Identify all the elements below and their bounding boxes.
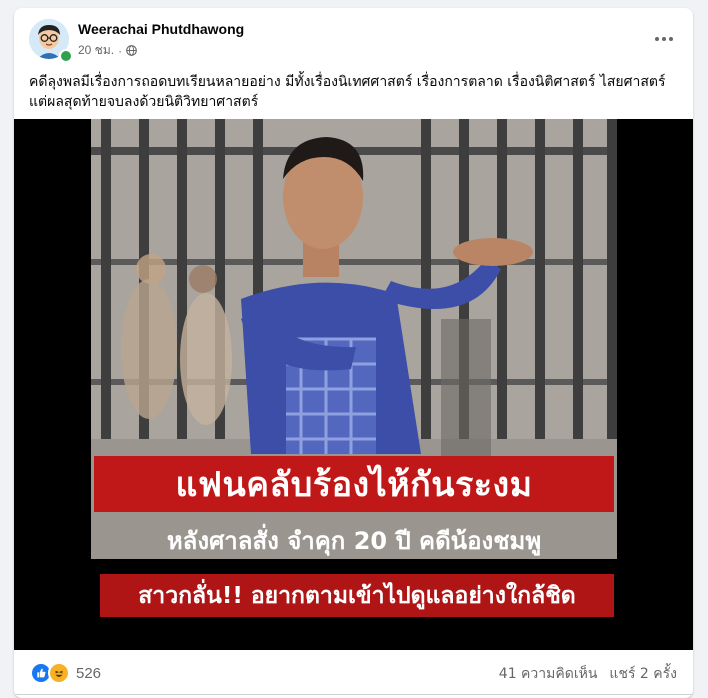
post-time[interactable]: 20 ชม.: [78, 41, 114, 60]
reaction-summary[interactable]: 526: [30, 662, 101, 684]
post-footer: 526 41 ความคิดเห็น แชร์ 2 ครั้ง: [14, 650, 693, 695]
globe-icon[interactable]: [126, 45, 137, 56]
post-message: คดีลุงพลมีเรื่องการถอดบทเรียนหลายอย่าง ม…: [29, 74, 666, 110]
post-header: Weerachai Phutdhawong 20 ชม. ·: [14, 8, 693, 68]
haha-icon: [48, 662, 70, 684]
reaction-count[interactable]: 526: [76, 665, 101, 682]
post-media[interactable]: แฟนคลับร้องไห้กันระงม หลังศาลสั่ง จำคุก …: [14, 119, 693, 650]
comments-count[interactable]: 41 ความคิดเห็น: [499, 663, 598, 685]
subheadline-text: หลังศาลสั่ง จำคุก 20 ปี คดีน้องชมพู: [166, 527, 542, 555]
headline-banner: แฟนคลับร้องไห้กันระงม: [94, 456, 614, 512]
more-options-button[interactable]: [649, 24, 679, 54]
author-name[interactable]: Weerachai Phutdhawong: [78, 21, 244, 37]
post-meta: 20 ชม. ·: [78, 41, 137, 60]
post-card: Weerachai Phutdhawong 20 ชม. · คดีลุงพลม…: [14, 8, 693, 698]
online-status-indicator: [59, 49, 73, 63]
laughing-face-icon: [55, 670, 63, 677]
meta-separator: ·: [118, 43, 123, 58]
thumbs-up-icon: [37, 668, 46, 678]
engagement-stats: 41 ความคิดเห็น แชร์ 2 ครั้ง: [499, 663, 677, 685]
more-dot-icon: [662, 37, 666, 41]
more-dot-icon: [655, 37, 659, 41]
shares-count[interactable]: แชร์ 2 ครั้ง: [609, 663, 677, 685]
more-dot-icon: [669, 37, 673, 41]
subheadline-banner: สาวกลั่น!! อยากตามเข้าไปดูแลอย่างใกล้ชิด: [100, 574, 614, 617]
